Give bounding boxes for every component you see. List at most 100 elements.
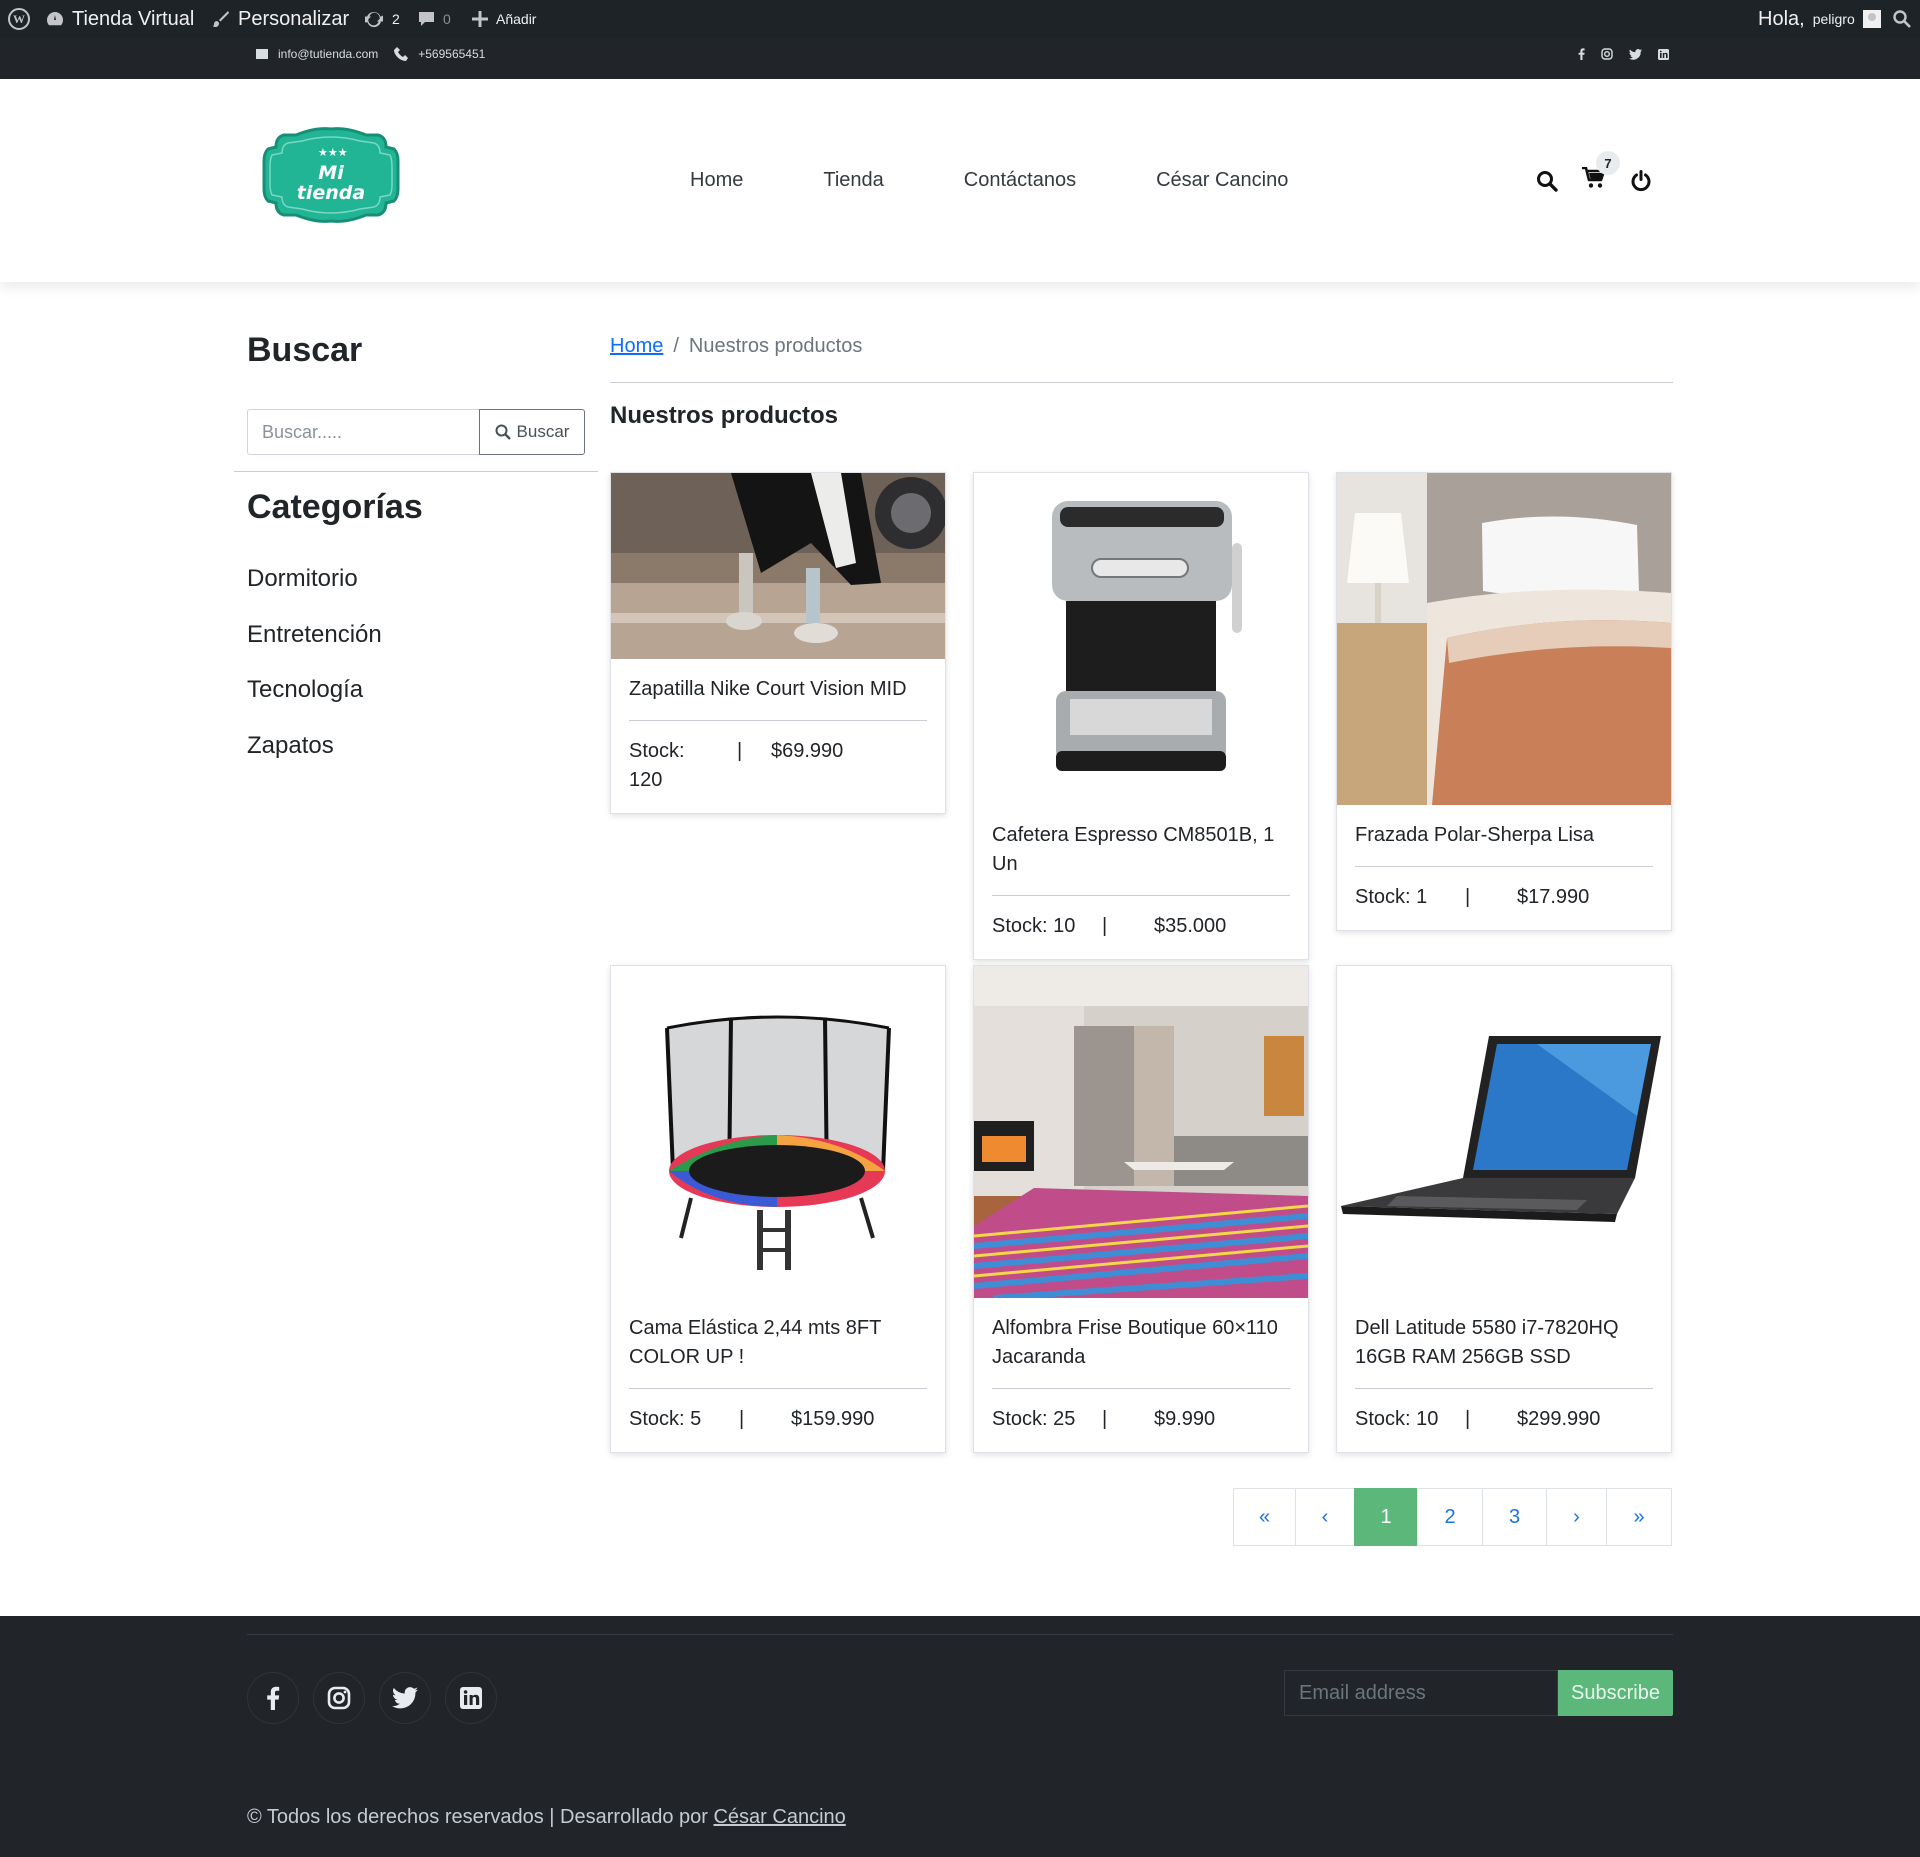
product-meta: Stock: 1 | $17.990 (1355, 867, 1653, 930)
product-stock: Stock: 10 (1355, 1408, 1439, 1430)
category-entretencion[interactable]: Entretención (247, 612, 382, 668)
product-name[interactable]: Dell Latitude 5580 i7-7820HQ 16GB RAM 25… (1355, 1298, 1653, 1388)
product-image-blanket[interactable] (1337, 473, 1671, 805)
copyright-text: © Todos los derechos reservados | Desarr… (247, 1806, 708, 1828)
contact-email[interactable]: info@tutienda.com (278, 47, 378, 61)
admin-bar: W Tienda Virtual Personalizar 2 0 Añadir… (0, 0, 1920, 38)
instagram-icon[interactable] (1601, 48, 1613, 60)
search-icon[interactable] (1536, 170, 1558, 192)
product-card[interactable]: Frazada Polar-Sherpa Lisa Stock: 1 | $17… (1336, 472, 1672, 931)
product-card[interactable]: Alfombra Frise Boutique 60×110 Jacaranda… (973, 965, 1309, 1453)
plus-icon (472, 11, 488, 27)
wordpress-logo-button[interactable]: W (8, 0, 30, 38)
comments-link[interactable]: 0 (418, 0, 451, 38)
search-button[interactable]: Buscar (479, 409, 585, 455)
footer-twitter-link[interactable] (379, 1672, 431, 1724)
nav-home[interactable]: Home (690, 169, 743, 192)
meta-separator: | (1102, 915, 1108, 937)
customize-label: Personalizar (238, 7, 350, 30)
twitter-icon[interactable] (1629, 48, 1642, 60)
breadcrumb-divider (610, 382, 1673, 383)
linkedin-icon (460, 1687, 482, 1709)
category-dormitorio[interactable]: Dormitorio (247, 556, 382, 612)
product-price: $35.000 (1154, 915, 1227, 937)
nav-contactanos[interactable]: Contáctanos (964, 169, 1076, 192)
site-footer: Subscribe © Todos los derechos reservado… (0, 1616, 1920, 1857)
pagination-first[interactable]: « (1233, 1488, 1296, 1546)
product-name[interactable]: Zapatilla Nike Court Vision MID (629, 659, 927, 720)
category-list: Dormitorio Entretención Tecnología Zapat… (247, 556, 382, 778)
username-label: peligro (1812, 11, 1855, 27)
product-card[interactable]: Zapatilla Nike Court Vision MID Stock: 1… (610, 472, 946, 814)
new-content-link[interactable]: Añadir (472, 0, 536, 38)
meta-separator: | (737, 740, 743, 762)
pagination-prev[interactable]: ‹ (1295, 1488, 1355, 1546)
logo-text-line1: Mi (318, 162, 344, 184)
site-name-link[interactable]: Tienda Virtual (46, 0, 194, 38)
product-card[interactable]: Cafetera Espresso CM8501B, 1 Un Stock: 1… (973, 472, 1309, 960)
product-meta: Stock: 5 | $159.990 (629, 1389, 927, 1452)
meta-separator: | (1465, 886, 1471, 908)
pagination-page-3[interactable]: 3 (1482, 1488, 1547, 1546)
power-icon[interactable] (1630, 169, 1652, 192)
meta-separator: | (1465, 1408, 1471, 1430)
updates-link[interactable]: 2 (364, 0, 400, 38)
my-account-link[interactable]: Hola, peligro (1758, 0, 1881, 38)
product-image-coffee-maker[interactable] (974, 473, 1308, 805)
product-name[interactable]: Alfombra Frise Boutique 60×110 Jacaranda (992, 1298, 1290, 1388)
site-header: ★★★ Mi tienda Home Tienda Contáctanos Cé… (0, 79, 1920, 282)
product-image-rug[interactable] (974, 966, 1308, 1298)
pagination-page-2[interactable]: 2 (1417, 1488, 1483, 1546)
product-image-sneaker[interactable] (611, 473, 945, 659)
search-input[interactable] (247, 409, 479, 455)
subscribe-button[interactable]: Subscribe (1558, 1670, 1673, 1716)
newsletter-form: Subscribe (1284, 1670, 1673, 1716)
footer-facebook-link[interactable] (247, 1672, 299, 1724)
wordpress-icon: W (8, 8, 30, 30)
product-price: $17.990 (1517, 886, 1590, 908)
product-image-trampoline[interactable] (611, 966, 945, 1298)
category-tecnologia[interactable]: Tecnología (247, 667, 382, 723)
linkedin-icon[interactable] (1658, 48, 1669, 60)
avatar (1862, 10, 1881, 28)
footer-social-links (247, 1672, 497, 1724)
site-logo[interactable]: ★★★ Mi tienda (262, 127, 400, 228)
facebook-icon[interactable] (1578, 48, 1585, 60)
nav-tienda[interactable]: Tienda (823, 169, 883, 192)
product-price: $159.990 (791, 1408, 875, 1430)
author-link[interactable]: César Cancino (713, 1806, 845, 1828)
product-price: $69.990 (771, 740, 844, 762)
instagram-icon (327, 1686, 351, 1710)
pagination-last[interactable]: » (1606, 1488, 1672, 1546)
footer-linkedin-link[interactable] (445, 1672, 497, 1724)
product-meta: Stock: 10 | $299.990 (1355, 1389, 1653, 1452)
product-meta: Stock: 120 | $69.990 (629, 721, 927, 813)
product-name[interactable]: Cafetera Espresso CM8501B, 1 Un (992, 805, 1290, 895)
breadcrumb: Home / Nuestros productos (610, 335, 862, 358)
product-card[interactable]: Cama Elástica 2,44 mts 8FT COLOR UP ! St… (610, 965, 946, 1453)
product-name[interactable]: Frazada Polar-Sherpa Lisa (1355, 805, 1653, 866)
cart-button[interactable]: 7 (1582, 151, 1620, 194)
breadcrumb-home-link[interactable]: Home (610, 335, 663, 358)
phone-icon (394, 47, 409, 61)
contact-phone[interactable]: +569565451 (418, 47, 485, 61)
pagination-page-1[interactable]: 1 (1354, 1488, 1418, 1546)
comments-count: 0 (443, 11, 451, 27)
newsletter-email-input[interactable] (1284, 1670, 1558, 1716)
admin-search-button[interactable] (1893, 0, 1911, 38)
sidebar-divider (234, 471, 598, 472)
search-icon (1893, 10, 1911, 28)
category-zapatos[interactable]: Zapatos (247, 723, 382, 779)
cart-count-badge: 7 (1596, 151, 1620, 175)
product-image-laptop[interactable] (1337, 966, 1671, 1298)
categories-title: Categorías (247, 488, 423, 526)
pagination-next[interactable]: › (1546, 1488, 1607, 1546)
envelope-icon (256, 49, 268, 59)
product-stock: Stock: 1 (1355, 886, 1428, 908)
footer-instagram-link[interactable] (313, 1672, 365, 1724)
nav-cesar-cancino[interactable]: César Cancino (1156, 169, 1288, 192)
product-card[interactable]: Dell Latitude 5580 i7-7820HQ 16GB RAM 25… (1336, 965, 1672, 1453)
customize-link[interactable]: Personalizar (212, 0, 349, 38)
product-name[interactable]: Cama Elástica 2,44 mts 8FT COLOR UP ! (629, 1298, 927, 1388)
search-button-label: Buscar (516, 422, 570, 441)
